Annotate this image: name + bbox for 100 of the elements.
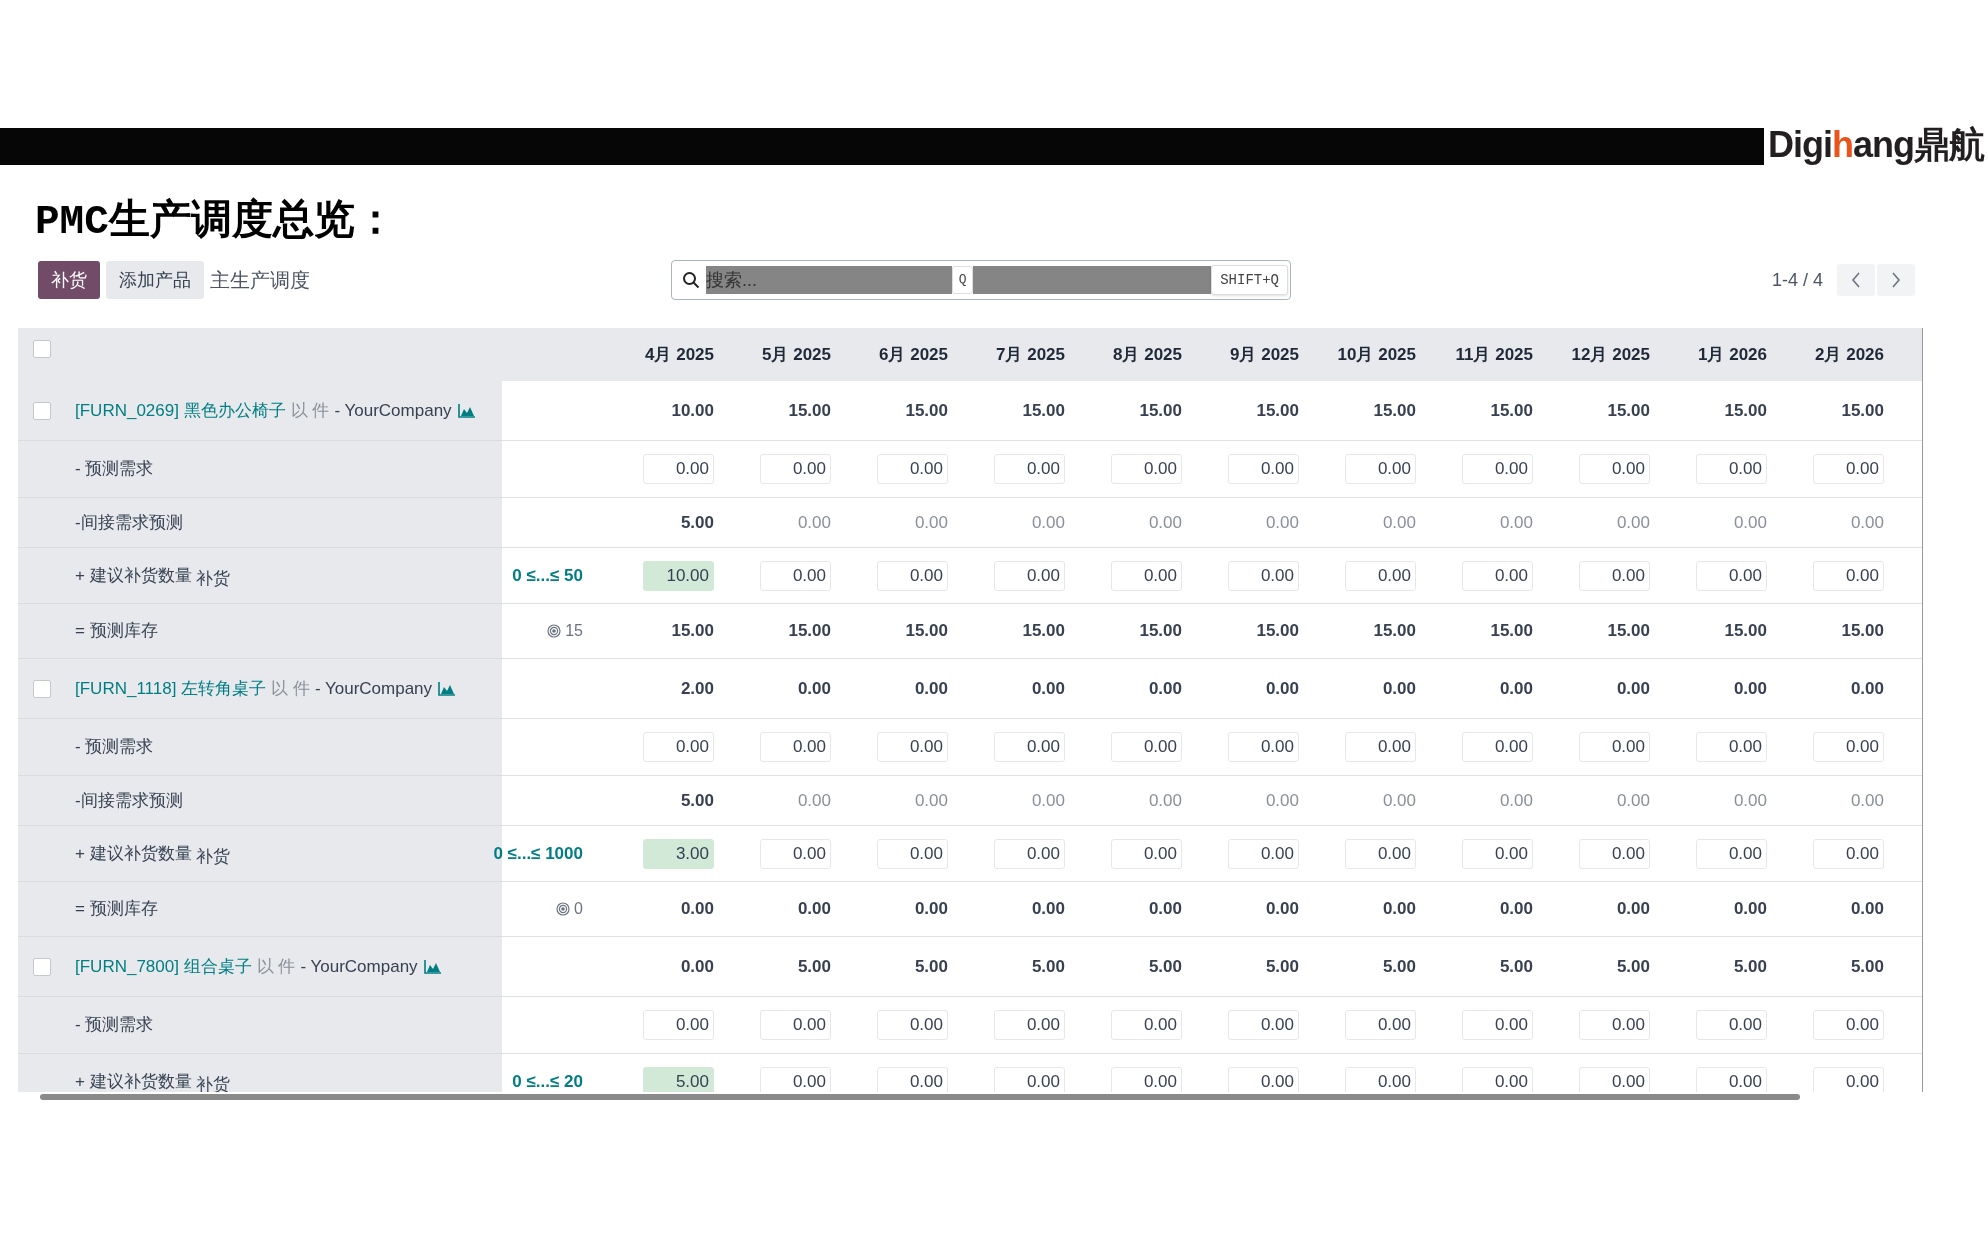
quantity-input[interactable]: 0.00: [1696, 732, 1767, 762]
quantity-input[interactable]: 0.00: [1696, 1010, 1767, 1040]
quantity-input[interactable]: 0.00: [994, 560, 1065, 591]
quantity-input[interactable]: 0.00: [1228, 1066, 1299, 1092]
quantity-input[interactable]: 0.00: [994, 732, 1065, 762]
product-link[interactable]: [FURN_0269] 黑色办公椅子: [75, 397, 286, 424]
replenish-button[interactable]: 补货: [195, 565, 230, 592]
product-link[interactable]: [FURN_7800] 组合桌子: [75, 953, 252, 980]
quantity-input[interactable]: 0.00: [994, 1066, 1065, 1092]
previous-button[interactable]: [1837, 264, 1875, 296]
quantity-input[interactable]: 0.00: [1813, 560, 1884, 591]
quantity-input[interactable]: 0.00: [1345, 1010, 1416, 1040]
quantity-input[interactable]: 0.00: [877, 454, 948, 484]
quantity-input[interactable]: 0.00: [1462, 1066, 1533, 1092]
area-chart-icon[interactable]: [423, 959, 442, 974]
quantity-input[interactable]: 0.00: [1111, 560, 1182, 591]
quantity-input[interactable]: 0.00: [643, 732, 714, 762]
checkbox[interactable]: [33, 957, 51, 976]
quantity-input[interactable]: 0.00: [643, 1010, 714, 1040]
quantity-input[interactable]: 0.00: [1579, 560, 1650, 591]
quantity-input[interactable]: 0.00: [994, 838, 1065, 869]
quantity-input[interactable]: 10.00: [643, 560, 714, 591]
checkbox[interactable]: [33, 340, 51, 358]
table-cell-text: 15.00: [788, 399, 831, 422]
quantity-input[interactable]: 0.00: [1111, 732, 1182, 762]
quantity-input[interactable]: 0.00: [1345, 838, 1416, 869]
row-label: + 建议补货数量: [75, 564, 192, 587]
quantity-input[interactable]: 0.00: [760, 732, 831, 762]
quantity-input[interactable]: 0.00: [994, 454, 1065, 484]
replenish-button[interactable]: 补货: [195, 1071, 230, 1092]
quantity-range[interactable]: 0 ≤...≤ 20: [512, 1068, 583, 1092]
quantity-input[interactable]: 0.00: [760, 1066, 831, 1092]
quantity-input[interactable]: 0.00: [1696, 1066, 1767, 1092]
quantity-input[interactable]: 0.00: [1579, 838, 1650, 869]
quantity-input[interactable]: 0.00: [760, 454, 831, 484]
quantity-input[interactable]: 0.00: [1462, 1010, 1533, 1040]
quantity-input[interactable]: 0.00: [760, 1010, 831, 1040]
quantity-range[interactable]: 0 ≤...≤ 1000: [493, 840, 583, 867]
add-product-button[interactable]: 添加产品: [106, 261, 204, 299]
product-link[interactable]: [FURN_1118] 左转角桌子: [75, 675, 267, 702]
quantity-input[interactable]: 0.00: [760, 560, 831, 591]
quantity-input[interactable]: 0.00: [1462, 560, 1533, 591]
quantity-input[interactable]: 0.00: [1345, 1066, 1416, 1092]
table-cell-text: 15.00: [1724, 620, 1767, 643]
next-button[interactable]: [1877, 264, 1915, 296]
quantity-input[interactable]: 0.00: [1462, 454, 1533, 484]
quantity-input[interactable]: 0.00: [1813, 1066, 1884, 1092]
quantity-input[interactable]: 0.00: [1813, 838, 1884, 869]
quantity-input[interactable]: 0.00: [877, 1066, 948, 1092]
quantity-input[interactable]: 0.00: [1111, 838, 1182, 869]
quantity-input[interactable]: 0.00: [877, 732, 948, 762]
quantity-input[interactable]: 0.00: [1228, 454, 1299, 484]
quantity-input[interactable]: 0.00: [994, 1010, 1065, 1040]
quantity-input[interactable]: 5.00: [643, 1066, 714, 1092]
horizontal-scrollbar[interactable]: [40, 1094, 1800, 1100]
quantity-input[interactable]: 0.00: [1813, 454, 1884, 484]
quantity-input[interactable]: 0.00: [877, 560, 948, 591]
checkbox[interactable]: [33, 679, 51, 698]
quantity-input[interactable]: 0.00: [1579, 454, 1650, 484]
quantity-input[interactable]: 0.00: [1813, 732, 1884, 762]
quantity-input[interactable]: 0.00: [1345, 560, 1416, 591]
table-cell-text: 15.00: [788, 620, 831, 643]
quantity-input[interactable]: 0.00: [1462, 732, 1533, 762]
quantity-input[interactable]: 0.00: [1696, 560, 1767, 591]
table-cell-text: 0.00: [1499, 677, 1533, 700]
search-input[interactable]: 搜索...: [706, 266, 952, 294]
search-field[interactable]: 搜索... Q SHIFT+Q: [671, 260, 1291, 300]
checkbox[interactable]: [33, 401, 51, 420]
area-chart-icon[interactable]: [457, 403, 476, 418]
replenish-button[interactable]: 补货: [195, 843, 230, 870]
quantity-input[interactable]: 0.00: [1579, 1010, 1650, 1040]
quantity-input[interactable]: 3.00: [643, 838, 714, 869]
area-chart-icon[interactable]: [438, 681, 457, 696]
quantity-input[interactable]: 0.00: [1111, 1010, 1182, 1040]
quantity-input[interactable]: 0.00: [1345, 454, 1416, 484]
quantity-range[interactable]: 0 ≤...≤ 50: [512, 562, 583, 589]
quantity-input[interactable]: 0.00: [1696, 838, 1767, 869]
quantity-input[interactable]: 0.00: [1228, 560, 1299, 591]
table-cell-text: 0.00: [680, 898, 714, 921]
quantity-input[interactable]: 0.00: [877, 1010, 948, 1040]
quantity-input[interactable]: 0.00: [1579, 732, 1650, 762]
quantity-input[interactable]: 0.00: [877, 838, 948, 869]
quantity-input[interactable]: 0.00: [643, 454, 714, 484]
quantity-input[interactable]: 0.00: [1228, 732, 1299, 762]
quantity-input[interactable]: 0.00: [1228, 838, 1299, 869]
table-cell-text: 5.00: [797, 955, 831, 978]
quantity-input[interactable]: 0.00: [760, 838, 831, 869]
quantity-input[interactable]: 0.00: [1462, 838, 1533, 869]
replenish-button[interactable]: 补货: [38, 261, 100, 299]
table-cell-text: 15.00: [905, 620, 948, 643]
quantity-input[interactable]: 0.00: [1696, 454, 1767, 484]
quantity-input[interactable]: 0.00: [1579, 1066, 1650, 1092]
quantity-input[interactable]: 0.00: [1111, 454, 1182, 484]
row-label: -间接需求预测: [75, 789, 183, 812]
quantity-input[interactable]: 0.00: [1813, 1010, 1884, 1040]
column-header: 4月 2025: [645, 343, 714, 366]
quantity-input[interactable]: 0.00: [1228, 1010, 1299, 1040]
quantity-input[interactable]: 0.00: [1345, 732, 1416, 762]
quantity-input[interactable]: 0.00: [1111, 1066, 1182, 1092]
table-cell-text: 0.00: [680, 955, 714, 978]
